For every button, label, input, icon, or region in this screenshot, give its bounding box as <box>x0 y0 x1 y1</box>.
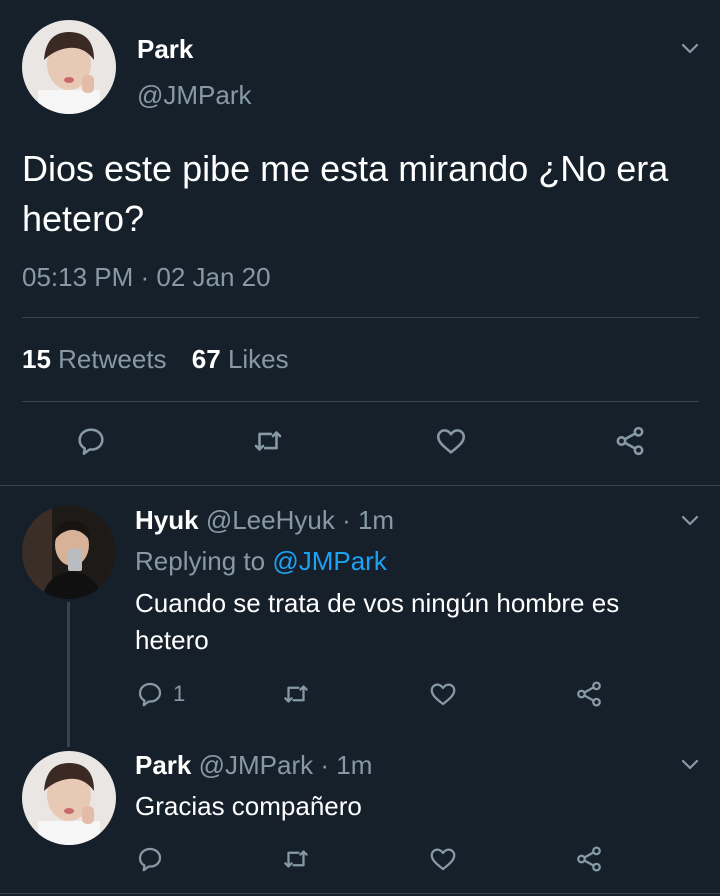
tweet-text: Dios este pibe me esta mirando ¿No era h… <box>22 148 669 239</box>
like-icon[interactable] <box>427 844 459 874</box>
retweets-count: 15 <box>22 344 51 374</box>
retweet-icon[interactable] <box>280 679 312 709</box>
retweet-icon[interactable] <box>280 844 312 874</box>
chevron-down-icon[interactable] <box>678 508 702 532</box>
reply-header: Hyuk @LeeHyuk · 1m <box>135 505 394 536</box>
author-name[interactable]: Park <box>137 34 193 65</box>
replying-to: Replying to @JMPark <box>135 546 387 577</box>
share-icon[interactable] <box>573 679 605 709</box>
reply-text: Cuando se trata de vos ningún hombre es … <box>135 588 620 655</box>
author-handle[interactable]: @JMPark <box>199 750 314 780</box>
likes-stat[interactable]: 67 Likes <box>192 344 289 374</box>
avatar[interactable] <box>22 20 116 114</box>
like-icon[interactable] <box>433 424 469 458</box>
retweets-stat[interactable]: 15 Retweets <box>22 344 174 374</box>
likes-label: Likes <box>227 344 289 374</box>
divider <box>0 485 720 486</box>
reply-time[interactable]: · 1m <box>342 505 394 535</box>
share-icon[interactable] <box>573 844 605 874</box>
replying-to-handle[interactable]: @JMPark <box>272 546 387 576</box>
reply-icon[interactable] <box>135 844 165 874</box>
author-name[interactable]: Hyuk <box>135 505 199 535</box>
reply-icon[interactable] <box>135 679 165 709</box>
tweet-timestamp[interactable]: 05:13 PM · 02 Jan 20 <box>22 262 271 293</box>
author-name[interactable]: Park <box>135 750 191 780</box>
avatar[interactable] <box>22 751 116 845</box>
reply-action[interactable]: 1 <box>135 679 185 709</box>
replying-to-label: Replying to <box>135 546 266 576</box>
engagement-stats: 15 Retweets 67 Likes <box>22 344 289 375</box>
share-icon[interactable] <box>612 424 648 458</box>
divider <box>22 401 699 402</box>
chevron-down-icon[interactable] <box>678 36 702 60</box>
reply-text: Gracias compañero <box>135 791 362 821</box>
thread-line <box>67 602 70 747</box>
retweets-label: Retweets <box>58 344 167 374</box>
likes-count: 67 <box>191 344 221 374</box>
like-icon[interactable] <box>427 679 459 709</box>
divider <box>0 893 720 894</box>
reply-icon[interactable] <box>74 424 108 458</box>
author-handle[interactable]: @LeeHyuk <box>206 505 335 535</box>
reply-header: Park @JMPark · 1m <box>135 750 372 781</box>
avatar[interactable] <box>22 505 116 599</box>
reply-count: 1 <box>173 681 186 706</box>
divider <box>22 317 699 318</box>
reply-time[interactable]: · 1m <box>320 750 372 780</box>
author-handle[interactable]: @JMPark <box>137 80 252 111</box>
retweet-icon[interactable] <box>250 424 286 458</box>
chevron-down-icon[interactable] <box>678 752 702 776</box>
